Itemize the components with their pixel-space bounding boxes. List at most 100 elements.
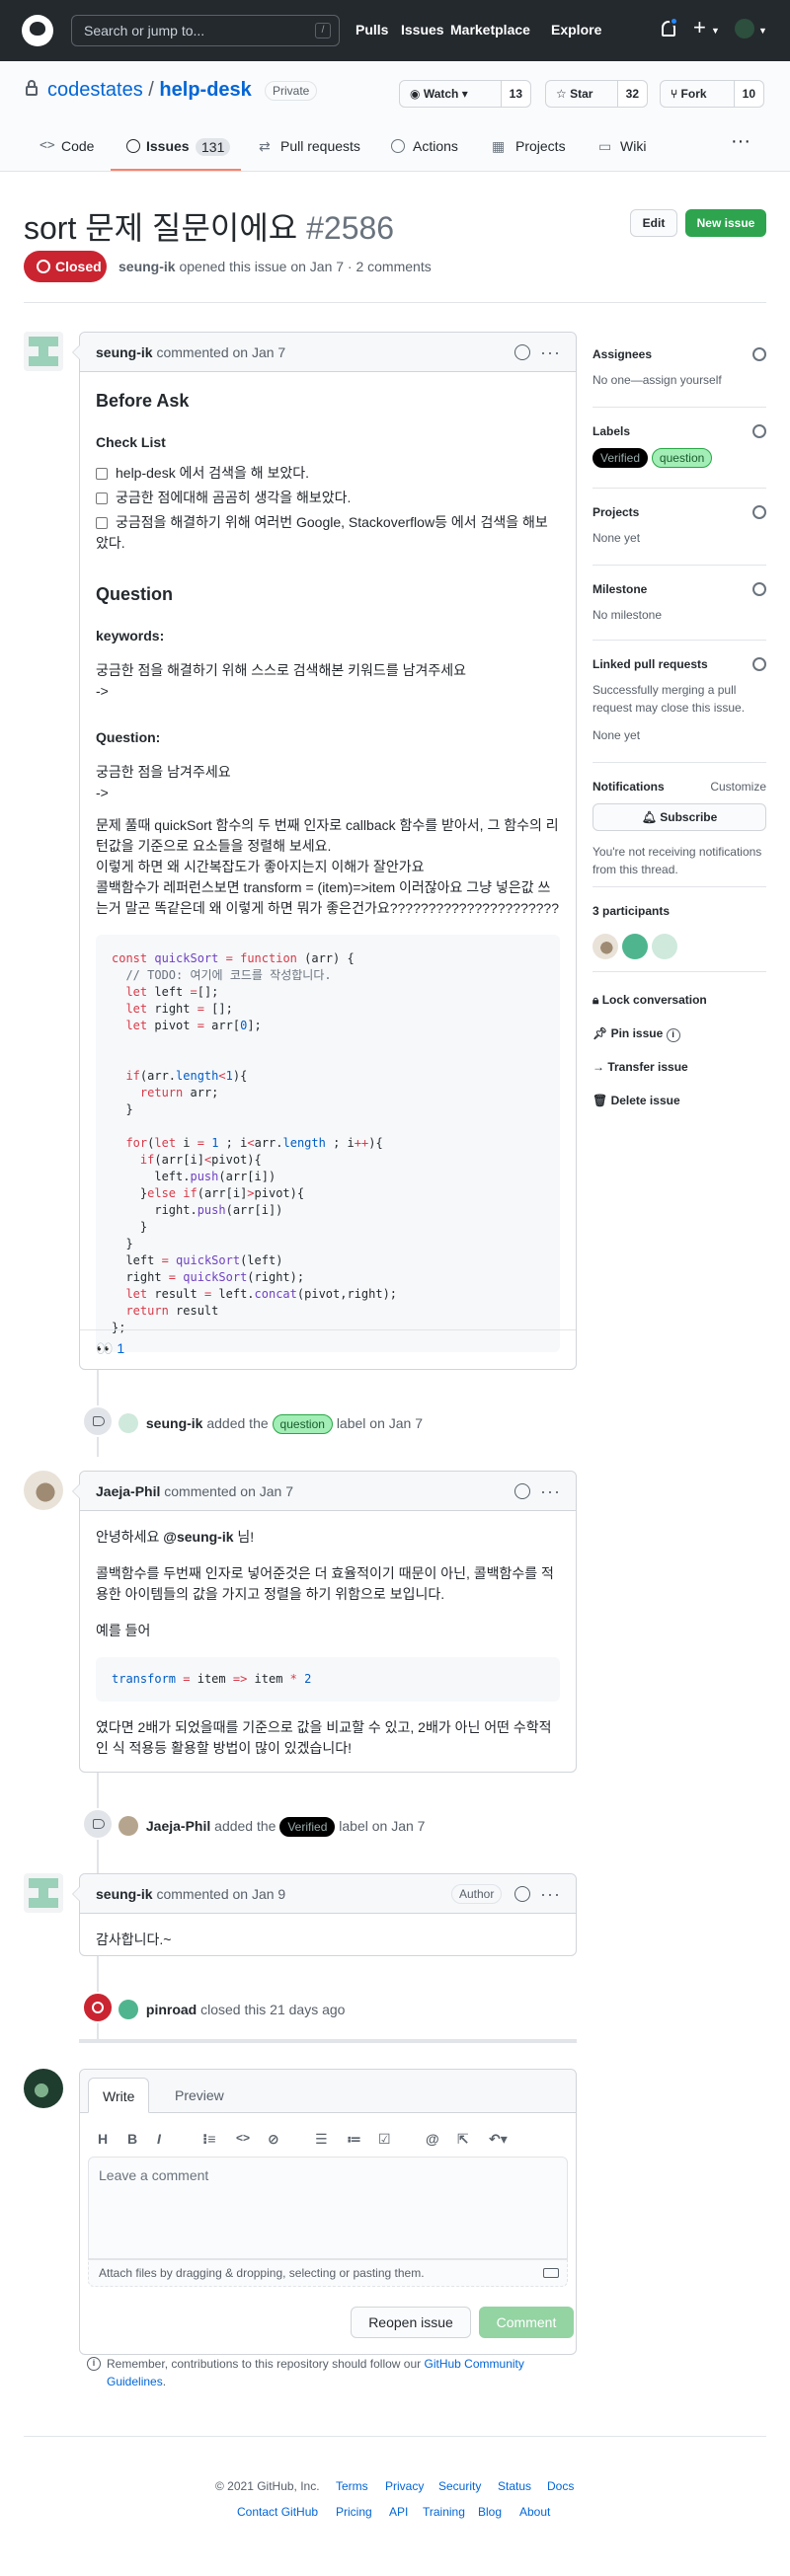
- heading-tool[interactable]: H: [98, 2131, 108, 2147]
- footer-link[interactable]: API: [389, 2505, 408, 2519]
- add-reaction-icon[interactable]: [514, 1483, 530, 1499]
- footer-link[interactable]: Status: [498, 2479, 531, 2493]
- comment-author[interactable]: seung-ik: [96, 344, 153, 360]
- footer-link[interactable]: About: [519, 2505, 550, 2519]
- task-list-icon[interactable]: ☑: [378, 2131, 391, 2148]
- transfer-issue-action[interactable]: → Transfer issue: [592, 1060, 688, 1074]
- avatar[interactable]: [24, 332, 63, 371]
- user-avatar[interactable]: [735, 19, 754, 38]
- footer-link[interactable]: Privacy: [385, 2479, 424, 2493]
- code-icon[interactable]: <>: [236, 2131, 250, 2145]
- star-button[interactable]: ☆ Star 32: [545, 80, 648, 108]
- label-question[interactable]: question: [651, 448, 713, 468]
- nav-issues[interactable]: Issues: [401, 22, 444, 38]
- italic-tool[interactable]: I: [157, 2131, 161, 2147]
- nav-pulls[interactable]: Pulls: [356, 22, 388, 38]
- tab-projects[interactable]: Projects: [515, 138, 566, 154]
- footer-link[interactable]: Pricing: [336, 2505, 372, 2519]
- numbered-list-icon[interactable]: ≔: [347, 2131, 361, 2148]
- tab-preview[interactable]: Preview: [161, 2078, 238, 2113]
- tab-wiki[interactable]: Wiki: [620, 138, 646, 154]
- event-actor[interactable]: Jaeja-Phil: [146, 1818, 210, 1834]
- comment-menu-icon[interactable]: ···: [540, 1874, 561, 1914]
- lock-conversation-action[interactable]: 🔒︎ Lock conversation: [592, 993, 707, 1008]
- create-new-plus-icon[interactable]: +: [693, 17, 706, 38]
- new-issue-button[interactable]: New issue: [685, 209, 766, 237]
- label-verified[interactable]: Verified: [279, 1817, 336, 1837]
- comment-timestamp[interactable]: commented on Jan 9: [156, 1886, 285, 1902]
- comment-menu-icon[interactable]: ···: [540, 333, 561, 372]
- gear-icon[interactable]: [752, 505, 766, 519]
- attach-files-bar[interactable]: Attach files by dragging & dropping, sel…: [88, 2259, 568, 2287]
- mention-icon[interactable]: @: [426, 2131, 439, 2147]
- nav-marketplace[interactable]: Marketplace: [450, 22, 530, 38]
- avatar[interactable]: [118, 2000, 138, 2019]
- more-menu-icon[interactable]: ···: [731, 130, 750, 153]
- quote-icon[interactable]: ⁝≡: [202, 2131, 216, 2148]
- delete-issue-action[interactable]: 🗑︎ Delete issue: [592, 1094, 680, 1107]
- assign-yourself-link[interactable]: No one—assign yourself: [592, 371, 766, 389]
- event-actor[interactable]: seung-ik: [146, 1415, 203, 1431]
- participant-avatar[interactable]: [622, 934, 648, 959]
- comment-timestamp[interactable]: commented on Jan 7: [164, 1483, 293, 1499]
- tab-pull-requests[interactable]: Pull requests: [280, 138, 360, 154]
- gear-icon[interactable]: [752, 347, 766, 361]
- participant-avatar[interactable]: [652, 934, 677, 959]
- search-input[interactable]: Search or jump to... /: [71, 15, 340, 46]
- footer-link[interactable]: Docs: [547, 2479, 574, 2493]
- user-mention[interactable]: @seung-ik: [163, 1529, 233, 1545]
- info-icon[interactable]: i: [666, 1028, 680, 1042]
- tab-actions[interactable]: Actions: [413, 138, 458, 154]
- bulleted-list-icon[interactable]: ☰: [315, 2131, 328, 2148]
- edit-button[interactable]: Edit: [630, 209, 677, 237]
- comment-author[interactable]: seung-ik: [96, 1886, 153, 1902]
- event-actor[interactable]: pinroad: [146, 2002, 197, 2017]
- watch-count[interactable]: 13: [500, 81, 530, 107]
- gear-icon[interactable]: [752, 582, 766, 596]
- checkbox[interactable]: [96, 468, 108, 480]
- watch-button[interactable]: ◉ Watch ▾ 13: [399, 80, 531, 108]
- reaction-bar[interactable]: 👀 1: [80, 1329, 576, 1369]
- fork-count[interactable]: 10: [733, 81, 763, 107]
- sidebar-heading[interactable]: Linked pull requests: [592, 657, 766, 671]
- footer-link[interactable]: Contact GitHub: [237, 2505, 318, 2519]
- participant-avatar[interactable]: [592, 934, 618, 959]
- comment-timestamp[interactable]: commented on Jan 7: [156, 344, 285, 360]
- markdown-icon[interactable]: [543, 2268, 559, 2278]
- comment-textarea[interactable]: Leave a comment: [88, 2157, 568, 2259]
- avatar[interactable]: [24, 1471, 63, 1510]
- label-question[interactable]: question: [272, 1414, 333, 1434]
- avatar[interactable]: [118, 1816, 138, 1836]
- label-verified[interactable]: Verified: [592, 448, 649, 468]
- bold-tool[interactable]: B: [127, 2131, 137, 2147]
- issue-author-link[interactable]: seung-ik: [118, 259, 176, 274]
- reaction-count[interactable]: 1: [117, 1340, 124, 1356]
- tab-issues[interactable]: Issues: [146, 138, 190, 154]
- checklist-item[interactable]: 궁금한 점에대해 곰곰히 생각을 해보았다.: [96, 488, 560, 508]
- checklist-item[interactable]: help-desk 에서 검색을 해 보았다.: [96, 463, 560, 484]
- footer-link[interactable]: Terms: [336, 2479, 368, 2493]
- sidebar-heading[interactable]: Labels: [592, 424, 766, 438]
- tab-write[interactable]: Write: [88, 2078, 150, 2113]
- footer-link[interactable]: Blog: [478, 2505, 502, 2519]
- checklist-item[interactable]: 궁금점을 해결하기 위해 여러번 Google, Stackoverflow등 …: [96, 512, 560, 554]
- comment-author[interactable]: Jaeja-Phil: [96, 1483, 160, 1499]
- reply-icon[interactable]: ↶▾: [489, 2131, 508, 2148]
- comment-button[interactable]: Comment: [479, 2307, 574, 2338]
- fork-button[interactable]: ⑂ Fork 10: [660, 80, 764, 108]
- cross-reference-icon[interactable]: ⇱: [457, 2131, 469, 2148]
- gear-icon[interactable]: [752, 657, 766, 671]
- sidebar-heading[interactable]: Projects: [592, 505, 766, 519]
- footer-link[interactable]: Training: [423, 2505, 465, 2519]
- avatar[interactable]: [24, 2069, 63, 2108]
- sidebar-heading[interactable]: Assignees: [592, 347, 766, 361]
- checkbox[interactable]: [96, 517, 108, 529]
- sidebar-heading[interactable]: Milestone: [592, 582, 766, 596]
- eyes-reaction-icon[interactable]: 👀: [96, 1340, 113, 1356]
- footer-link[interactable]: Security: [438, 2479, 481, 2493]
- add-reaction-icon[interactable]: [514, 344, 530, 360]
- repo-name-link[interactable]: help-desk: [159, 79, 251, 101]
- pin-issue-action[interactable]: 📌︎ Pin issue i: [592, 1026, 680, 1042]
- github-logo-icon[interactable]: [22, 15, 53, 46]
- comment-menu-icon[interactable]: ···: [540, 1472, 561, 1511]
